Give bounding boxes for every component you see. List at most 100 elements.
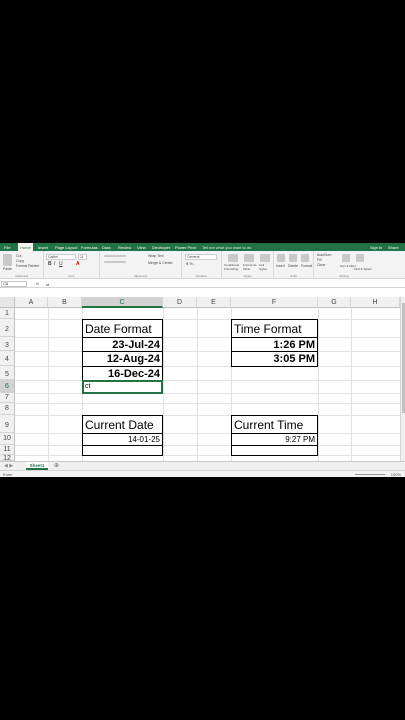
sheet-tab-sheet1[interactable]: Sheet1 — [26, 462, 48, 470]
alignment-label: Alignment — [133, 274, 148, 278]
row-header-9[interactable]: 9 — [0, 415, 15, 433]
row-header-4[interactable]: 4 — [0, 351, 15, 366]
tab-formulas[interactable]: Formulas — [81, 245, 98, 250]
align-left-icon[interactable] — [104, 261, 126, 263]
zoom-slider[interactable] — [355, 474, 385, 475]
gridline — [15, 445, 400, 446]
delete-cells-icon[interactable] — [289, 254, 297, 262]
font-size-box[interactable]: 11 — [78, 254, 87, 260]
name-box[interactable]: C6 — [1, 281, 27, 287]
format-button[interactable]: Format — [301, 264, 312, 268]
tab-data[interactable]: Data — [102, 245, 110, 250]
row-header-10[interactable]: 10 — [0, 433, 15, 445]
insert-cells-icon[interactable] — [277, 254, 285, 262]
row-header-2[interactable]: 2 — [0, 319, 15, 337]
gridline — [351, 308, 352, 461]
insert-button[interactable]: Insert — [276, 264, 285, 268]
cell-c5[interactable]: 16-Dec-24 — [82, 366, 163, 381]
copy-button[interactable]: Copy — [16, 259, 24, 263]
sort-filter-icon[interactable] — [342, 254, 350, 262]
cell-styles-button[interactable]: Cell Styles — [259, 263, 271, 271]
select-all-corner[interactable] — [0, 297, 15, 308]
cell-f4[interactable]: 3:05 PM — [231, 351, 318, 367]
column-header-h[interactable]: H — [351, 297, 400, 308]
paste-icon[interactable] — [3, 254, 12, 266]
column-header-e[interactable]: E — [197, 297, 231, 308]
vertical-scrollbar[interactable] — [400, 297, 405, 461]
cell-c2-date-format[interactable]: Date Format — [82, 319, 163, 338]
font-color-icon[interactable]: A — [76, 261, 80, 267]
format-painter-button[interactable]: Format Painter — [16, 264, 39, 268]
gridline — [15, 415, 400, 416]
paste-button[interactable]: Paste — [3, 267, 12, 271]
column-header-g[interactable]: G — [318, 297, 351, 308]
tab-developer[interactable]: Developer — [152, 245, 170, 250]
column-header-d[interactable]: D — [163, 297, 197, 308]
tab-review[interactable]: Review — [118, 245, 131, 250]
tab-page-layout[interactable]: Page Layout — [55, 245, 77, 250]
clipboard-group: Paste Cut Copy Format Painter Clipboard — [0, 251, 44, 279]
cell-f3[interactable]: 1:26 PM — [231, 337, 318, 352]
sign-in-link[interactable]: Sign in — [370, 245, 382, 250]
cell-f2-time-format[interactable]: Time Format — [231, 319, 318, 338]
row-header-3[interactable]: 3 — [0, 337, 15, 351]
tab-file[interactable]: File — [4, 245, 10, 250]
row-header-11[interactable]: 11 — [0, 445, 15, 455]
font-name-box[interactable]: Calibri — [46, 254, 76, 260]
italic-icon[interactable]: I — [54, 261, 55, 267]
format-cells-icon[interactable] — [301, 254, 309, 262]
cell-c11[interactable] — [82, 445, 163, 456]
currency-icon[interactable]: $ % , — [186, 261, 195, 266]
delete-button[interactable]: Delete — [288, 264, 298, 268]
fx-icon[interactable]: fx — [36, 281, 39, 286]
format-as-table-button[interactable]: Format as Table — [243, 263, 257, 271]
alignment-group: Wrap Text Merge & Center Alignment — [100, 251, 182, 279]
wrap-text-button[interactable]: Wrap Text — [148, 254, 164, 258]
bold-icon[interactable]: B — [48, 261, 52, 267]
share-button[interactable]: Share — [388, 245, 399, 250]
tell-me-search[interactable]: Tell me what you want to do — [202, 245, 251, 250]
row-header-7[interactable]: 7 — [0, 393, 15, 403]
cell-styles-icon[interactable] — [260, 254, 270, 262]
cell-c9-current-date[interactable]: Current Date — [82, 415, 163, 434]
row-header-8[interactable]: 8 — [0, 403, 15, 415]
tab-view[interactable]: View — [137, 245, 146, 250]
conditional-formatting-button[interactable]: Conditional Formatting — [224, 263, 242, 271]
cut-button[interactable]: Cut — [16, 254, 21, 258]
cell-f9-current-time[interactable]: Current Time — [231, 415, 318, 434]
zoom-level[interactable]: 100% — [391, 472, 401, 477]
formula-input[interactable]: ct — [46, 282, 49, 287]
cell-c6-active-editing[interactable]: ct — [82, 380, 163, 394]
find-select-button[interactable]: Find & Select — [354, 267, 372, 271]
clipboard-label: Clipboard — [15, 274, 28, 278]
font-group: Calibri 11 B I U A Font — [44, 251, 100, 279]
align-top-icon[interactable] — [104, 255, 126, 257]
fill-button[interactable]: Fill — [317, 258, 321, 262]
gridline — [15, 337, 400, 338]
tab-home[interactable]: Home — [18, 243, 33, 251]
cell-c3[interactable]: 23-Jul-24 — [82, 337, 163, 352]
clear-button[interactable]: Clear — [317, 263, 325, 267]
cell-f11[interactable] — [231, 445, 318, 456]
tab-power-pivot[interactable]: Power Pivot — [175, 245, 196, 250]
sheet-grid[interactable] — [0, 297, 405, 461]
add-sheet-icon[interactable]: ⊕ — [54, 463, 59, 469]
number-format-box[interactable]: General — [185, 254, 217, 260]
conditional-formatting-icon[interactable] — [228, 254, 238, 262]
autosum-button[interactable]: AutoSum — [317, 253, 331, 257]
row-header-6[interactable]: 6 — [0, 380, 15, 393]
gridline — [318, 308, 319, 461]
column-header-c[interactable]: C — [82, 297, 163, 308]
column-header-f[interactable]: F — [231, 297, 318, 308]
row-header-5[interactable]: 5 — [0, 366, 15, 380]
merge-center-button[interactable]: Merge & Center — [148, 261, 173, 265]
cell-c4[interactable]: 12-Aug-24 — [82, 351, 163, 367]
find-select-icon[interactable] — [356, 254, 364, 262]
column-header-b[interactable]: B — [48, 297, 82, 308]
sheet-nav-arrows-icon[interactable]: ◀ ▶ — [4, 463, 13, 469]
row-header-1[interactable]: 1 — [0, 308, 15, 319]
column-header-a[interactable]: A — [15, 297, 48, 308]
tab-insert[interactable]: Insert — [38, 245, 48, 250]
format-as-table-icon[interactable] — [244, 254, 254, 262]
underline-icon[interactable]: U — [59, 261, 63, 267]
